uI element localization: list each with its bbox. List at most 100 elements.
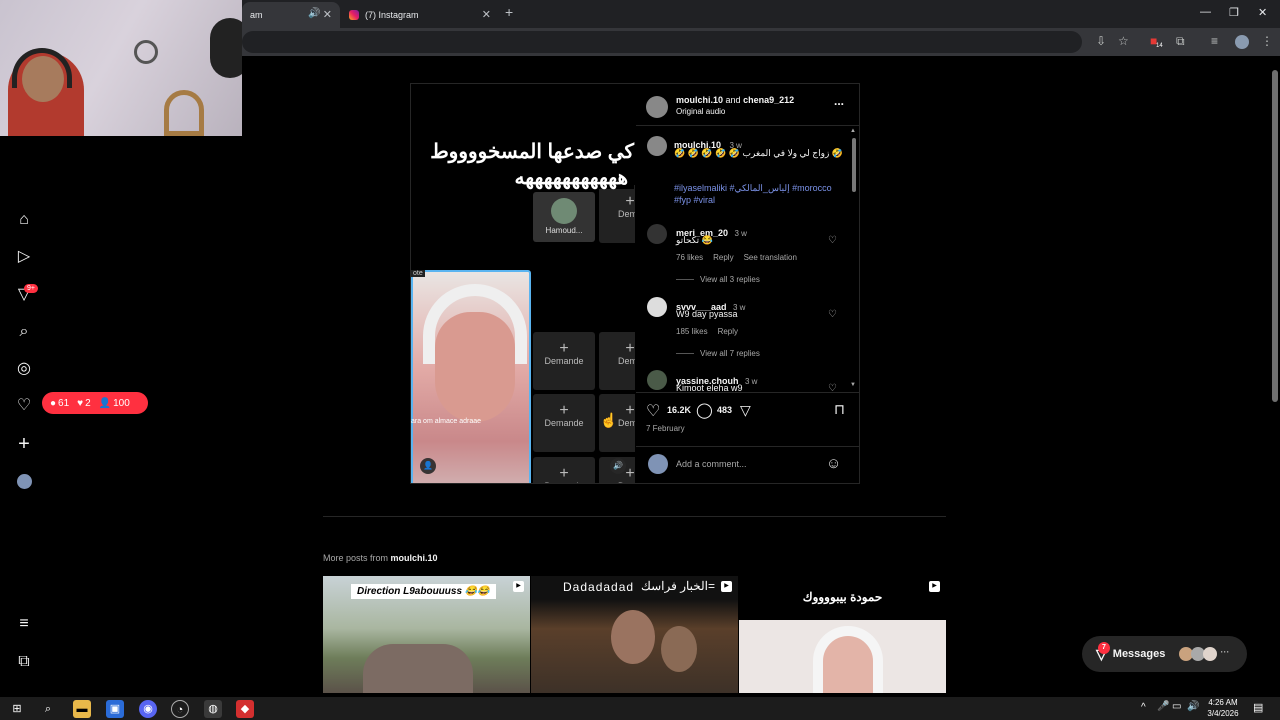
post-header: moulchi.10 and chena9_212 Original audio… <box>636 84 859 126</box>
minimize-icon[interactable]: — <box>1200 6 1211 18</box>
view-replies-button[interactable]: View all 7 replies <box>676 349 760 358</box>
activity-comments-count: 61 <box>58 397 70 409</box>
caption-hashtags[interactable]: #ilyaselmaliki #إلياس_المالكي #morocco #… <box>674 182 844 206</box>
see-translation-button[interactable]: See translation <box>744 253 797 262</box>
bookmark-star-icon[interactable]: ☆ <box>1118 34 1129 48</box>
volume-icon[interactable]: 🔊 <box>610 458 626 474</box>
wall-clock <box>134 40 158 64</box>
comment-text: W9 day pyassa <box>676 309 738 319</box>
message-avatar <box>1203 647 1218 661</box>
messages-badge: 7 <box>1098 642 1110 654</box>
address-bar[interactable] <box>242 31 1082 53</box>
browser-tab-instagram[interactable]: (7) Instagram ✕ <box>341 2 499 28</box>
emoji-icon[interactable]: ☺ <box>826 455 841 472</box>
volume-tray-icon[interactable]: 🔊 <box>1187 701 1199 712</box>
discord-icon[interactable]: ◉ <box>139 700 157 718</box>
commenter-avatar[interactable] <box>647 297 667 317</box>
chrome-icon[interactable]: ◍ <box>204 700 222 718</box>
notifications-badge: 9+ <box>24 284 38 293</box>
close-tab-icon[interactable]: ✕ <box>323 8 332 21</box>
commenter-avatar[interactable] <box>647 224 667 244</box>
author-avatar[interactable] <box>646 96 668 118</box>
close-tab-icon[interactable]: ✕ <box>482 8 491 21</box>
network-icon[interactable]: ▭ <box>1172 701 1181 712</box>
browser-tab-active[interactable]: am 🔊 ✕ <box>242 2 340 28</box>
more-post-thumb-1[interactable]: Direction L9abouuuss 😂😂 ▶ <box>323 576 530 693</box>
tagged-people-icon[interactable]: 👤 <box>420 458 436 474</box>
video-hijab <box>423 284 527 364</box>
page-scroll-thumb[interactable] <box>1272 70 1278 402</box>
profile-avatar[interactable] <box>1235 35 1249 49</box>
author-avatar[interactable] <box>647 136 667 156</box>
microphone-icon[interactable]: 🎤 <box>1157 701 1169 712</box>
app-icon[interactable]: ◆ <box>236 700 254 718</box>
coauthor-username[interactable]: chena9_212 <box>743 95 794 105</box>
media-control-icon[interactable]: ≡ <box>1211 34 1218 48</box>
scroll-down-icon[interactable]: ▼ <box>850 382 856 388</box>
windows-start-icon[interactable]: ⊞ <box>8 700 26 718</box>
profile-avatar[interactable] <box>17 474 32 489</box>
video-caption: كي صدعها المسخووووط هههههههههههه <box>412 141 634 189</box>
taskbar-search-icon[interactable]: ⌕ <box>39 700 57 718</box>
like-comment-icon[interactable]: ♡ <box>828 309 837 320</box>
create-plus-icon[interactable]: + <box>14 434 34 454</box>
new-tab-icon[interactable]: + <box>505 4 513 20</box>
likes-count[interactable]: 16.2K <box>667 405 691 415</box>
tray-chevron-icon[interactable]: ^ <box>1141 702 1146 713</box>
comment-icon[interactable]: ◯ <box>696 401 713 419</box>
like-comment-icon[interactable]: ♡ <box>828 235 837 246</box>
share-icon[interactable]: ▽ <box>740 402 751 419</box>
comment-input[interactable]: Add a comment... <box>676 459 747 469</box>
clock-date: 3/4/2026 <box>1207 709 1239 718</box>
demande-cell: +Demande <box>533 394 595 452</box>
search-icon[interactable]: ⌕ <box>14 322 34 342</box>
reels-icon[interactable]: ▷ <box>14 247 34 267</box>
post-actions: ♡ 16.2K ◯ 483 ▽ ⊓ 7 February <box>636 392 859 438</box>
messages-button[interactable]: ▽ 7 Messages ··· <box>1082 636 1247 672</box>
install-icon[interactable]: ⇩ <box>1096 34 1106 48</box>
comment-likes[interactable]: 76 likes <box>676 253 703 262</box>
webcam-overlay <box>0 0 242 136</box>
close-window-icon[interactable]: ✕ <box>1258 6 1267 19</box>
more-menu-icon[interactable]: ≡ <box>14 614 34 634</box>
store-icon[interactable]: ▣ <box>106 700 124 718</box>
post-authors: moulchi.10 and chena9_212 <box>676 95 794 105</box>
save-bookmark-icon[interactable]: ⊓ <box>834 401 845 418</box>
section-divider <box>323 516 946 517</box>
like-heart-icon[interactable]: ♡ <box>646 401 660 421</box>
scroll-up-icon[interactable]: ▲ <box>850 128 856 134</box>
comments-count: 483 <box>717 405 733 415</box>
taskbar-clock[interactable]: 4:26 AM 3/4/2026 <box>1200 697 1246 719</box>
more-post-thumb-2[interactable]: Dadadadad الخبار فراسك= ▶ <box>531 576 738 693</box>
speaker-icon[interactable]: 🔊 <box>308 8 320 19</box>
also-from-meta-icon[interactable]: ⧉ <box>14 652 34 672</box>
author-username[interactable]: moulchi.10 <box>676 95 723 105</box>
extensions-puzzle-icon[interactable]: ⧉ <box>1176 34 1185 49</box>
thumb-face <box>813 626 883 693</box>
comment-actions: 76 likes Reply See translation <box>676 253 797 262</box>
activity-summary-pill[interactable]: ● 61 ♥ 2 👤 100 <box>42 392 148 414</box>
obs-icon[interactable]: ◔ <box>171 700 189 718</box>
comment-time: 3 w <box>744 377 758 386</box>
reply-button[interactable]: Reply <box>718 327 738 336</box>
windows-taskbar <box>0 697 1280 720</box>
commenter-avatar[interactable] <box>647 370 667 390</box>
reply-button[interactable]: Reply <box>713 253 733 262</box>
notification-center-icon[interactable]: ▤ <box>1253 701 1263 714</box>
audio-label[interactable]: Original audio <box>676 107 725 116</box>
browser-menu-icon[interactable]: ⋮ <box>1261 34 1273 48</box>
more-post-thumb-3[interactable]: حمودة بيبووووك ▶ <box>739 576 946 693</box>
notifications-heart-icon[interactable]: ♡ <box>14 396 34 416</box>
comment-likes[interactable]: 185 likes <box>676 327 708 336</box>
comments-scroll-thumb[interactable] <box>852 138 856 192</box>
more-options-icon[interactable]: ... <box>834 94 844 108</box>
video-caption-line1: كي صدعها المسخووووط <box>430 141 634 163</box>
view-replies-button[interactable]: View all 3 replies <box>676 275 760 284</box>
restore-icon[interactable]: ❐ <box>1229 6 1239 19</box>
file-explorer-icon[interactable]: ▬ <box>73 700 91 718</box>
tab-title: am <box>250 10 263 20</box>
thumb-face <box>611 610 655 664</box>
home-icon[interactable]: ⌂ <box>14 210 34 230</box>
more-posts-user[interactable]: moulchi.10 <box>391 553 438 563</box>
explore-compass-icon[interactable]: ◎ <box>14 359 34 379</box>
